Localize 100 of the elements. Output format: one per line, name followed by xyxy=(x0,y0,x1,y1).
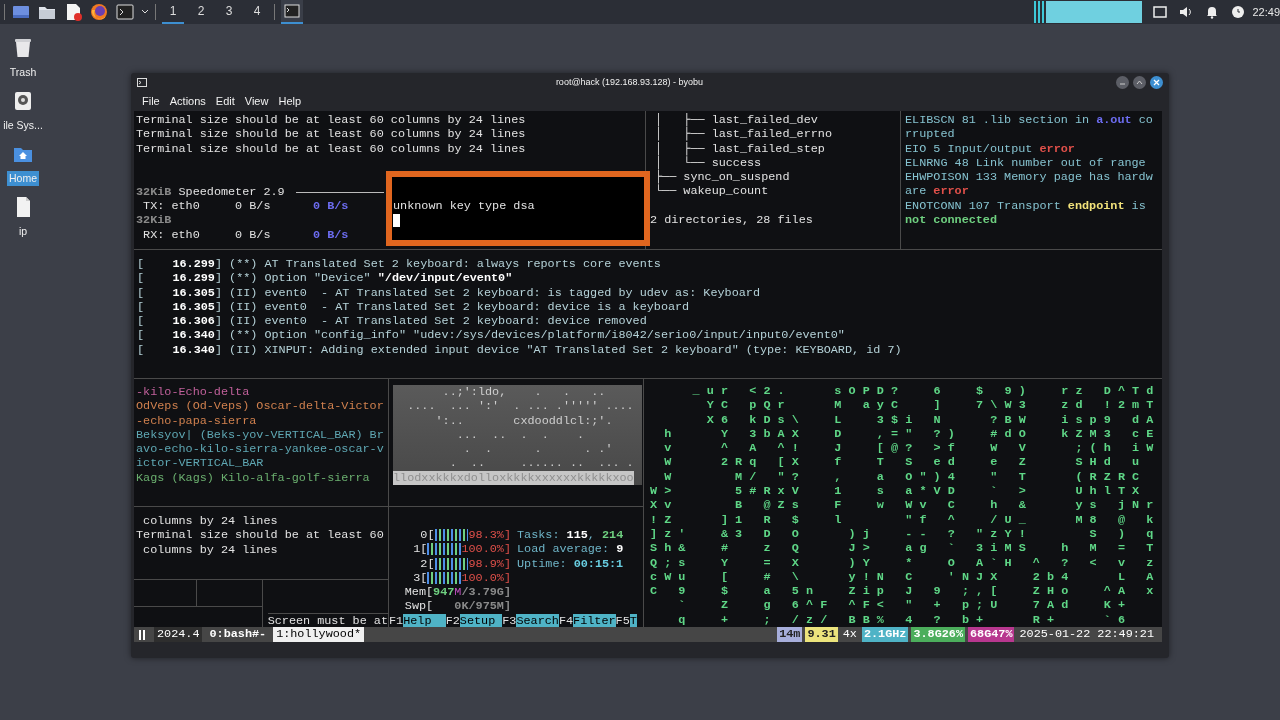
menu-item[interactable]: Help xyxy=(273,93,307,110)
log-line: [ 16.306] (II) event0 - AT Translated Set 2 keyboard: device removed xyxy=(137,314,647,329)
matrix-rain-line: cWu [ # \ y!N C 'NJX 2b4 L A xyxy=(650,569,1161,585)
terminal-line: ENOTCONN 107 Transport endpoint is xyxy=(905,198,1146,214)
version-text: 2024.4 xyxy=(154,627,203,642)
matrix-rain-line: q + ; /z/ BB% 4 ? b+ R+ `6 xyxy=(677,612,1134,628)
window-title: root@hack (192.168.93.128) - byobu xyxy=(554,75,705,89)
system-info: Uptime: 00:15:1 xyxy=(517,556,624,571)
terminal-line: ELIBSCN 81 .lib section in a.out co xyxy=(905,113,1153,128)
tree-line: │ ├── last_failed_errno xyxy=(655,127,832,142)
status-indicator: 68G47% xyxy=(968,627,1015,642)
cpu-reading: 100.0%] xyxy=(461,570,511,586)
cpu-reading: 98.9%] xyxy=(468,556,511,571)
log-line: [ 16.340] (**) Option "config_info" "udev:/sys/devices/platform/i8042/serio0/input/input0/event0" xyxy=(137,328,845,343)
clock-icon[interactable] xyxy=(1230,4,1247,20)
window-tab[interactable]: 1:hollywood* xyxy=(273,627,365,642)
tree-line: └── wakeup_count xyxy=(655,184,769,199)
matrix-rain-line: h Y 3bAX D ,=" ?) #dO kZM3 cE xyxy=(663,426,1161,442)
matrix-rain-line: Q;s Y = X )Y * O A`H ^ ? < v z xyxy=(650,555,1161,570)
matrix-rain-line: Sh& # z Q J> ag ` 3iMS h M = T xyxy=(650,541,1161,556)
trash-icon[interactable] xyxy=(12,36,34,60)
workspace-button[interactable]: 4 xyxy=(246,0,268,24)
matrix-rain-line: C 9 $ a 5n Zip J 9 ;,[ ZHo ^A x xyxy=(650,584,1161,599)
log-line: [ 16.299] (**) AT Translated Set 2 keyboard: always reports core events xyxy=(137,257,661,272)
terminal-line: Beksyov| (Beks-yov-VERTICAL_BAR) Br xyxy=(136,427,384,443)
terminal-icon[interactable] xyxy=(115,2,135,22)
globe-icon[interactable] xyxy=(89,2,109,22)
cpu-label: 1[ xyxy=(413,542,428,557)
ascii-art-line: .... ... ':' . ... .''''' .... xyxy=(406,399,635,414)
workspace-button[interactable]: 2 xyxy=(190,0,212,24)
terminal-line: rrupted xyxy=(905,127,955,142)
desktop-icon-label[interactable]: ile Sys... xyxy=(1,118,45,133)
cpu-reading: 98.3%] xyxy=(468,528,511,543)
log-line: [ 16.299] (**) Option "Device" "/dev/input/event0" xyxy=(137,271,513,286)
ascii-art-line: . .. ...... .. ... . xyxy=(448,456,634,471)
byobu-icon xyxy=(138,628,148,641)
log-line: [ 16.305] (II) event0 - AT Translated Set 2 keyboard: is tagged by udev as: Keyboard xyxy=(137,285,760,300)
terminal-line: avo-echo-kilo-sierra-yankee-oscar-v xyxy=(136,442,384,457)
menu-item[interactable]: Edit xyxy=(210,93,240,110)
clock-text[interactable]: 22:49 xyxy=(1252,3,1280,21)
terminal-line: Terminal size should be at least 60 columns by 24 lines xyxy=(136,141,526,156)
window-icon[interactable] xyxy=(1152,4,1169,20)
matrix-rain-line: Xv B @Zs F w Wv C h & ys jNr xyxy=(650,498,1161,513)
matrix-rain-line: v ^ A ^! J [@? >f W V ;(h iW xyxy=(663,441,1161,456)
matrix-rain-line: W M/ "? , a O")4 " T (RZRC xyxy=(663,469,1148,485)
terminal-line: Kags (Kags) Kilo-alfa-golf-sierra xyxy=(136,470,370,486)
terminal-line: not connected xyxy=(905,213,998,228)
terminal-line: columns by 24 lines xyxy=(142,542,278,557)
maximize-button[interactable] xyxy=(1133,76,1146,89)
status-indicator: 2.1GHz xyxy=(861,627,909,642)
matrix-rain-line: W> 5#RxV 1 s a*VD ` > UhlTX xyxy=(650,484,1148,499)
memory-meter: Mem[947M/3.79G] xyxy=(404,585,511,600)
terminal-line: ictor-VERTICAL_BAR xyxy=(136,456,264,471)
memory-meter: Swp[ 0K/975M] xyxy=(404,599,511,614)
terminal-line: -echo-papa-sierra xyxy=(136,413,257,428)
drive-icon[interactable] xyxy=(12,89,34,113)
close-icon xyxy=(1153,79,1160,86)
maximize-icon xyxy=(1136,79,1143,86)
minimize-button[interactable] xyxy=(1116,76,1129,89)
workspace-button[interactable]: 1 xyxy=(162,0,184,24)
matrix-rain-line: W 2Rq [X f T S ed e Z SHd u xyxy=(663,455,1148,470)
close-button[interactable] xyxy=(1150,76,1163,89)
ascii-art-line: ':.. cxdooddlcl:;'. xyxy=(434,413,614,428)
window-tab[interactable]: 0:bash#- xyxy=(206,627,270,642)
status-indicator: 14m xyxy=(777,627,803,642)
cpu-meter xyxy=(427,543,462,556)
matrix-rain-line: YC pQr M ayC ] 7\W3 zd !2mT xyxy=(705,398,1161,413)
ascii-art-line: ..;':ldo, . . .. xyxy=(441,385,607,400)
terminal-line: EHWPOISON 133 Memory page has hardw xyxy=(905,170,1153,185)
terminal-line: RX: eth0 0 B/s 0 B/s xyxy=(142,227,349,243)
terminal-line: 32KiB xyxy=(136,213,172,228)
matrix-rain-line: ]z' &3 D O )j -- ? "zY! S ) q xyxy=(650,526,1161,542)
desktop-icon-label[interactable]: Trash xyxy=(7,65,39,80)
terminal-line: OdVeps (Od-Veps) Oscar-delta-Victor xyxy=(136,399,384,414)
terminal-line: TX: eth0 0 B/s 0 B/s xyxy=(142,199,349,214)
tree-line: │ └── success xyxy=(655,155,762,171)
terminal-line: EIO 5 Input/output error xyxy=(905,141,1075,156)
menu-item[interactable]: View xyxy=(239,93,274,110)
workspace-button[interactable]: 3 xyxy=(218,0,240,24)
terminal-line: Terminal size should be at least 60 columns by 24 lines xyxy=(136,127,526,142)
ascii-art-line: ... .. . . . xyxy=(455,427,586,443)
terminal-line: columns by 24 lines xyxy=(142,514,278,529)
terminal-line: -kilo-Echo-delta xyxy=(136,385,250,400)
cpu-reading: 100.0%] xyxy=(461,542,511,557)
system-info: Load average: 9 xyxy=(517,542,624,557)
status-indicator: 2025-01-22 22:49:21 xyxy=(1018,627,1155,642)
terminal-line: Terminal size should be at least 60 columns by 24 lines xyxy=(136,113,526,128)
menu-item[interactable]: File xyxy=(137,93,165,110)
graph-title: 32KiB Speedometer 2.9 xyxy=(136,184,286,200)
desktop-icon-label[interactable]: ip xyxy=(16,224,30,239)
matrix-rain-line: !Z ]1 R $ l "f ^ /U_ M8 @ k xyxy=(650,512,1161,527)
cpu-label: 2[ xyxy=(420,556,435,571)
terminal-icon xyxy=(137,78,147,87)
terminal-task[interactable] xyxy=(281,0,303,24)
menu-item[interactable]: Actions xyxy=(164,93,211,110)
matrix-rain-line: X6 kDs\ L 3$i N ?BW isp9 dA xyxy=(705,412,1161,427)
log-line: [ 16.340] (II) XINPUT: Adding extended input device "AT Translated Set 2 keyboard" (type: KEYBOARD, id 7) xyxy=(137,342,902,358)
tree-line: │ ├── last_failed_step xyxy=(655,141,825,156)
function-key[interactable]: F5T xyxy=(615,613,637,628)
matrix-rain-line: _ur <2. sOPD? 6 $ 9) rz D^Td xyxy=(691,384,1161,399)
